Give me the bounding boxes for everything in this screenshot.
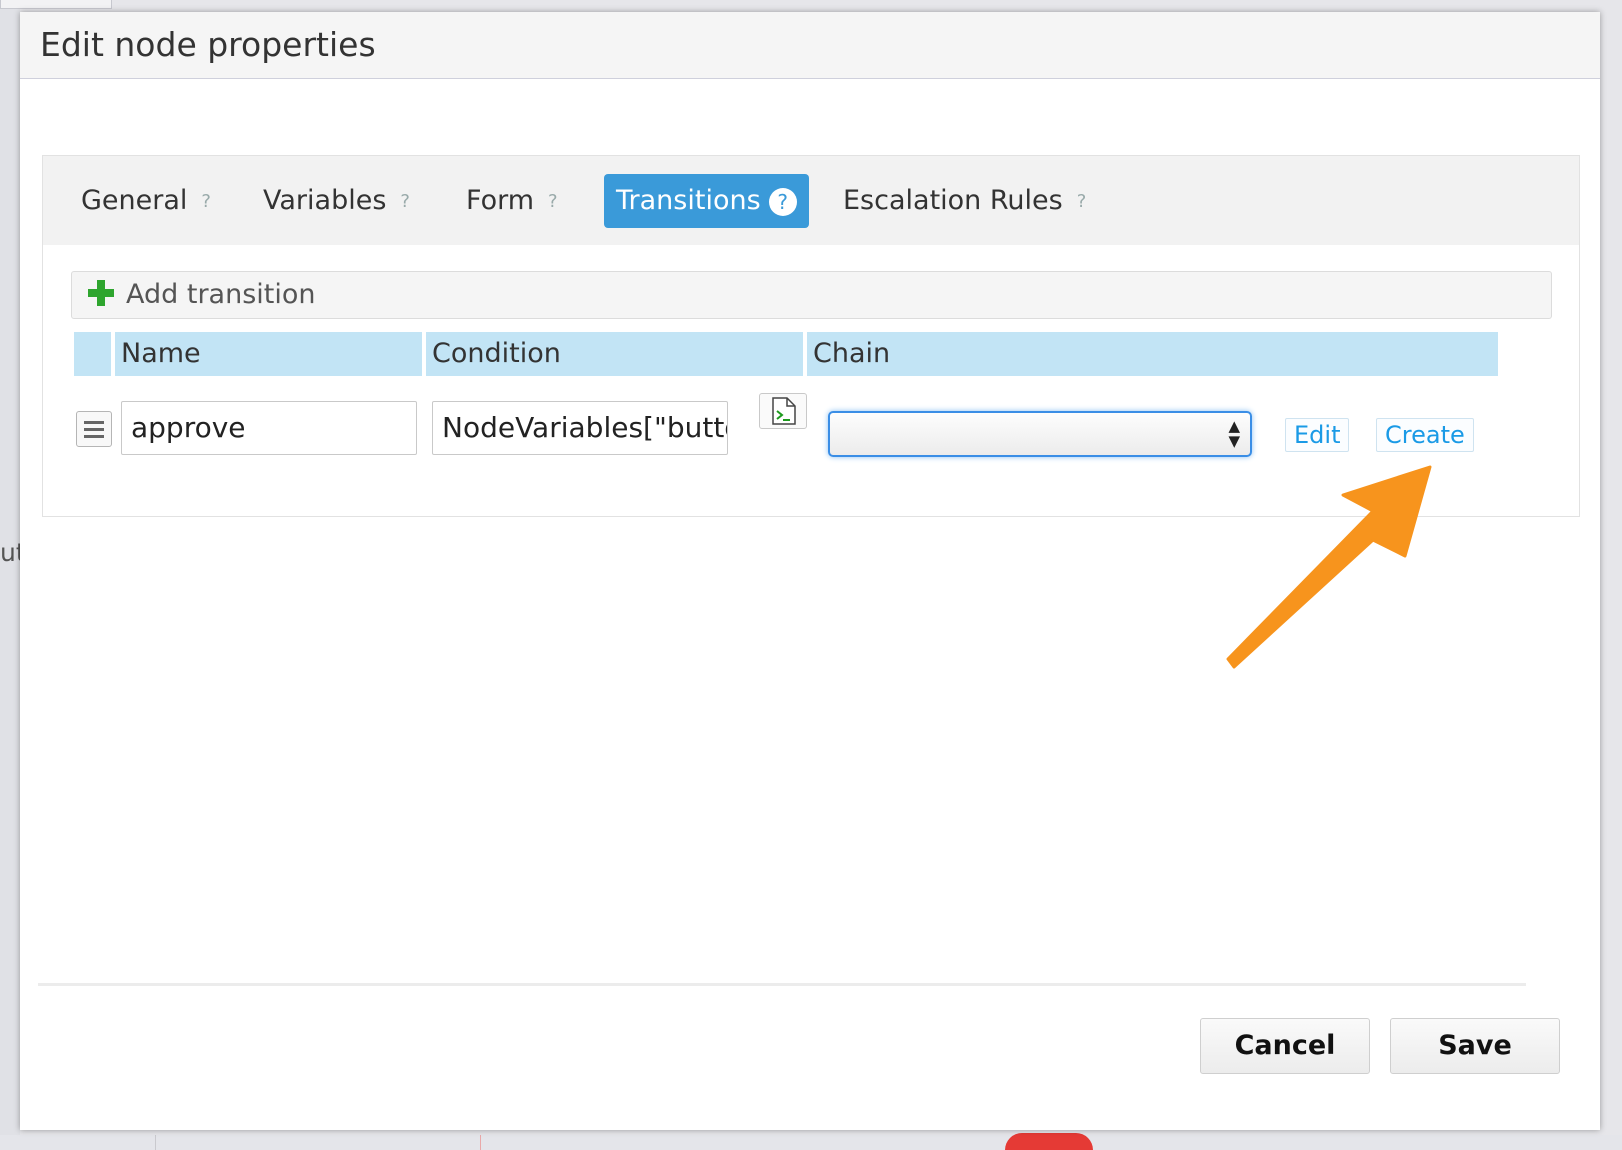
arrow-annotation xyxy=(1226,465,1432,669)
